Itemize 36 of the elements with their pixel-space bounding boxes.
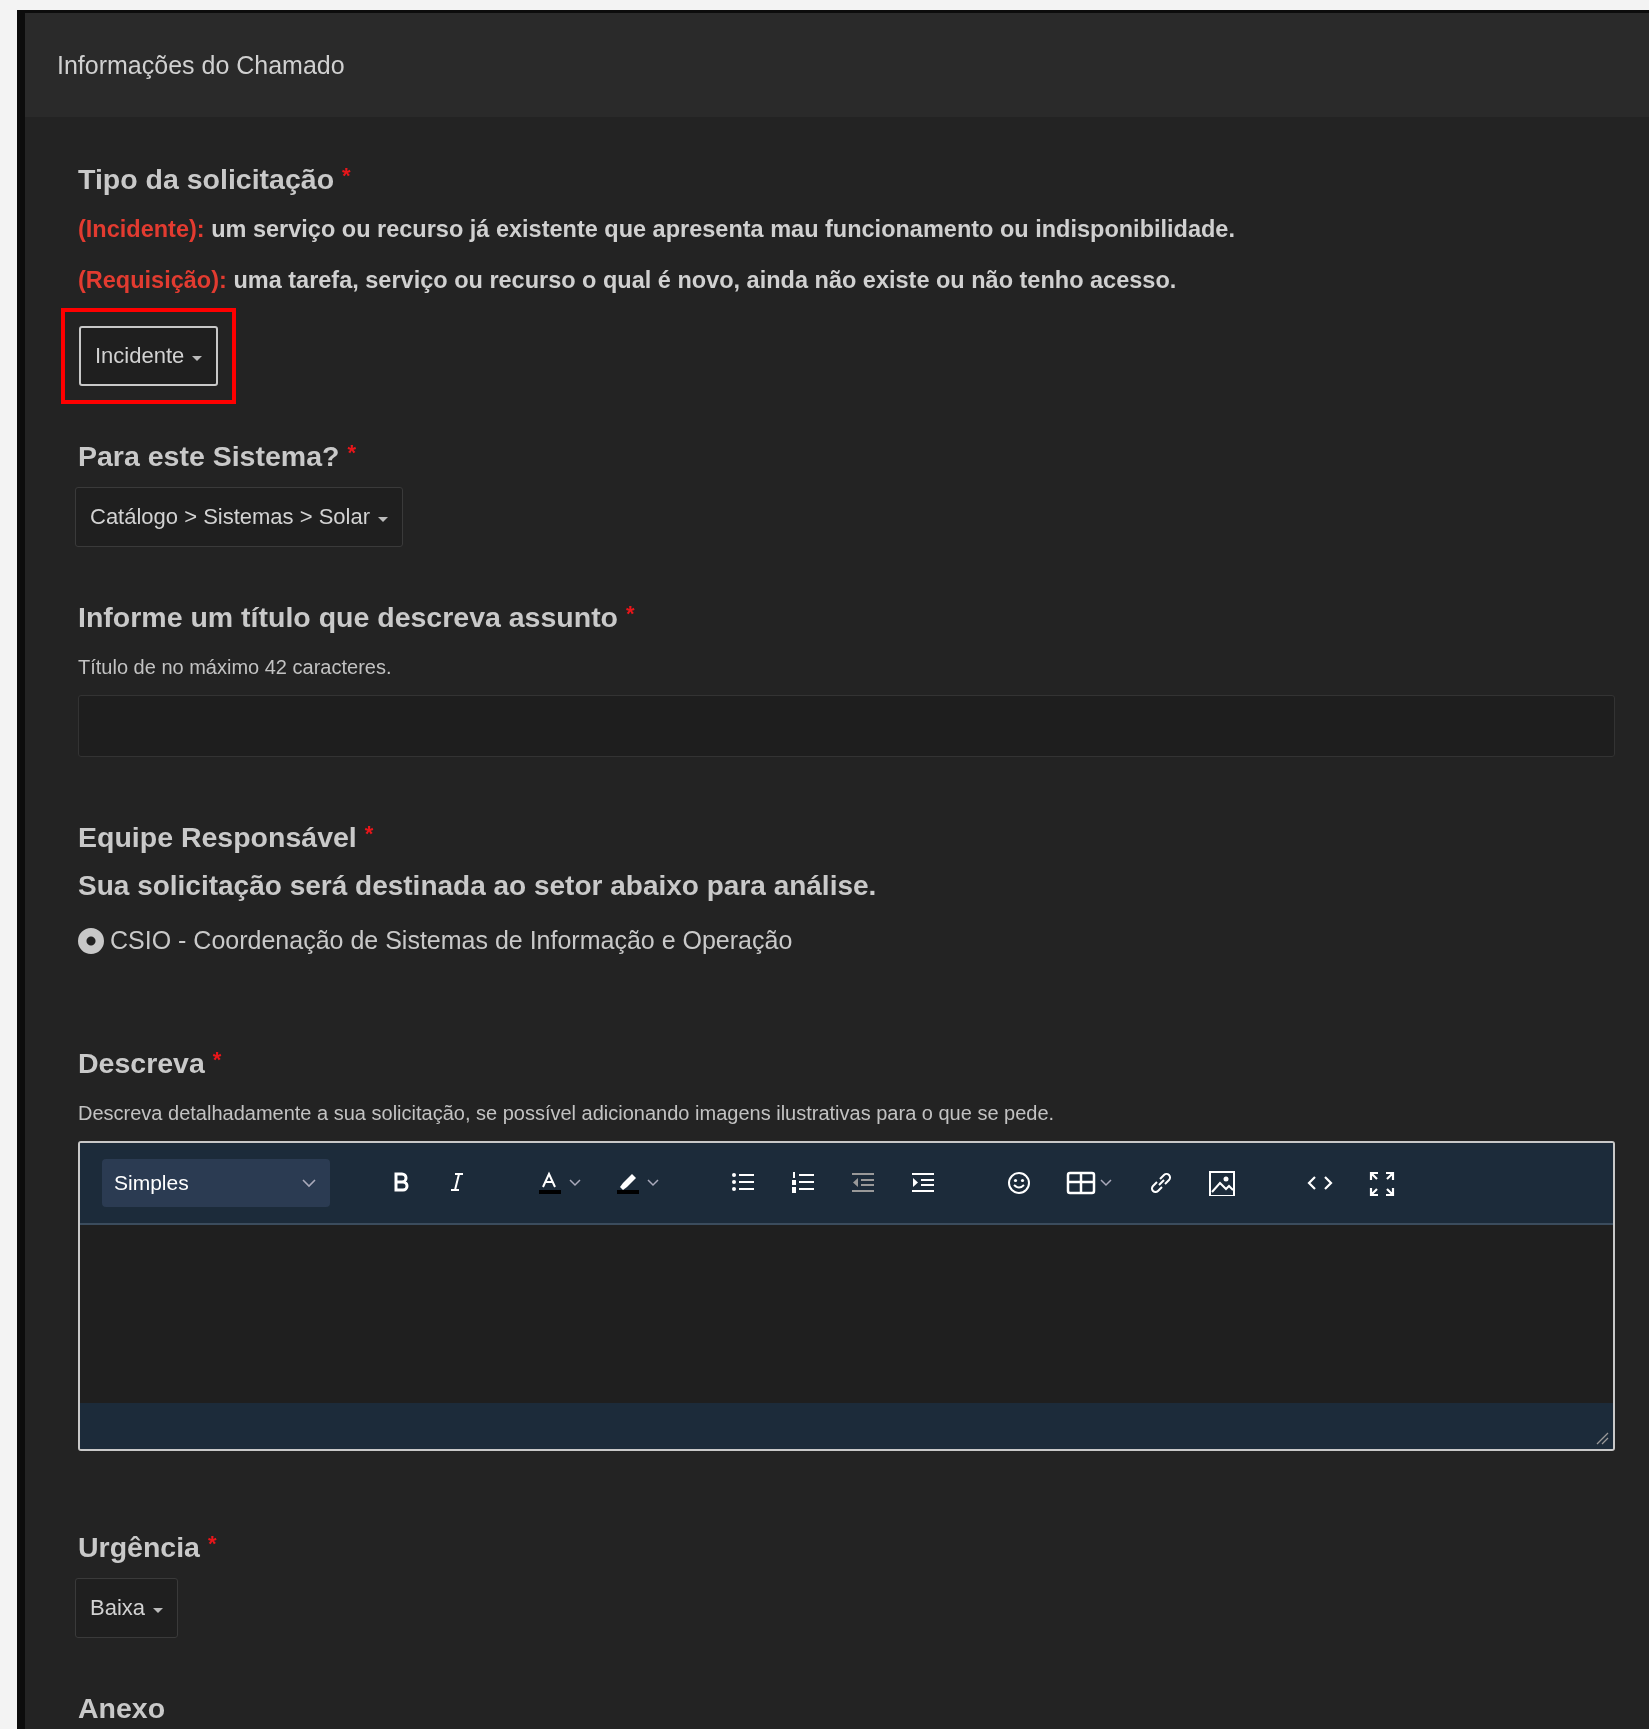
required-mark: * (626, 601, 635, 627)
definition-text: (Incidente): um serviço ou recurso já existente que apresenta mau funcionamento ou indisponibilidade. (78, 216, 1236, 243)
dropdown[interactable]: Catálogo > Sistemas > Solar (75, 487, 404, 547)
numbered-list-icon[interactable] (790, 1170, 816, 1196)
field-hint: Descreva detalhadamente a sua solicitação, se possível adicionando imagens ilustrativas para o que se pede. (78, 1102, 1056, 1125)
caret-icon (378, 516, 389, 522)
dropdown[interactable]: Baixa (75, 1578, 179, 1638)
fullscreen-icon[interactable] (1368, 1170, 1396, 1196)
radio-label[interactable]: CSIO - Coordenação de Sistemas de Informação e Operação (110, 926, 793, 955)
panel-title: Informações do Chamado (57, 50, 345, 80)
field-label: Para este Sistema? (78, 440, 340, 473)
radio-button[interactable] (78, 927, 104, 954)
text-color-icon[interactable] (538, 1170, 582, 1196)
field-label: Anexo (78, 1692, 166, 1725)
field-subtitle: Sua solicitação será destinada ao setor abaixo para análise. (78, 870, 878, 902)
field-label: Equipe Responsável (78, 821, 357, 854)
required-mark: * (342, 163, 351, 189)
required-mark: * (364, 821, 374, 847)
required-mark: * (347, 440, 356, 466)
definition-text: (Requisição): uma tarefa, serviço ou recurso o qual é novo, ainda não existe ou não tenho acesso. (78, 267, 1178, 294)
link-icon[interactable] (1148, 1170, 1174, 1196)
resize-handle-icon[interactable] (1595, 1431, 1609, 1445)
field-label: Informe um título que descreva assunto (78, 601, 619, 634)
required-mark: * (212, 1047, 222, 1073)
caret-icon (192, 355, 203, 361)
format-dropdown[interactable]: Simples (102, 1159, 330, 1207)
field-hint: Título de no máximo 42 caracteres. (78, 656, 393, 679)
table-icon[interactable] (1066, 1170, 1114, 1196)
field-label: Tipo da solicitação (78, 163, 335, 196)
field-label: Urgência (78, 1531, 200, 1564)
image-icon[interactable] (1208, 1170, 1236, 1196)
dropdown[interactable]: Incidente (79, 326, 219, 386)
caret-icon (153, 1607, 164, 1613)
required-mark: * (207, 1531, 217, 1557)
field-label: Descreva (78, 1047, 205, 1080)
smiley-icon[interactable] (1006, 1170, 1032, 1196)
